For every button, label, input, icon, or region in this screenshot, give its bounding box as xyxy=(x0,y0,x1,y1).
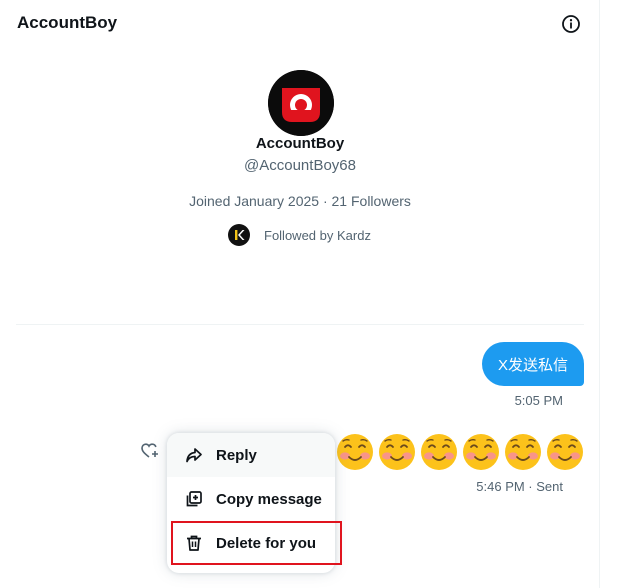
smiling-face-emoji xyxy=(421,434,457,470)
profile-handle: @AccountBoy68 xyxy=(244,157,356,174)
followed-by-text: Followed by Kardz xyxy=(264,227,371,243)
copy-icon xyxy=(184,489,204,509)
kardz-logo-icon xyxy=(235,230,245,240)
info-circle-icon xyxy=(562,15,580,33)
menu-item-copy-message[interactable]: Copy message xyxy=(167,477,335,521)
info-button[interactable] xyxy=(559,12,583,36)
conversation-header: AccountBoy xyxy=(0,0,600,50)
conversation-title: AccountBoy xyxy=(17,13,118,32)
smiling-face-emoji xyxy=(379,434,415,470)
menu-item-reply[interactable]: Reply xyxy=(167,433,335,477)
divider xyxy=(16,324,584,325)
profile-name: AccountBoy xyxy=(255,135,345,152)
profile-joined-info: Joined January 2025 · 21 Followers xyxy=(189,193,411,209)
followed-by: Followed by Kardz xyxy=(228,223,371,247)
heart-plus-icon xyxy=(141,443,158,458)
logo-icon xyxy=(268,70,334,136)
smiling-face-emoji xyxy=(505,434,541,470)
smiling-face-emoji xyxy=(547,434,583,470)
message-text: X发送私信 xyxy=(497,356,568,374)
message-timestamp-sent: 5:46 PM · Sent xyxy=(476,479,563,494)
smiling-face-emoji xyxy=(463,434,499,470)
highlight-annotation xyxy=(171,521,342,565)
profile-summary[interactable]: AccountBoy @AccountBoy68 Joined January … xyxy=(0,60,600,260)
follower-avatar xyxy=(228,224,250,246)
menu-item-label: Copy message xyxy=(216,490,322,508)
add-reaction-button[interactable] xyxy=(140,441,160,461)
menu-item-label: Reply xyxy=(216,446,257,464)
reply-icon xyxy=(184,445,204,465)
avatar[interactable] xyxy=(268,70,334,136)
smiling-face-emoji xyxy=(337,434,373,470)
sent-message-bubble[interactable]: X发送私信 xyxy=(482,342,584,386)
message-timestamp: 5:05 PM xyxy=(514,393,563,408)
